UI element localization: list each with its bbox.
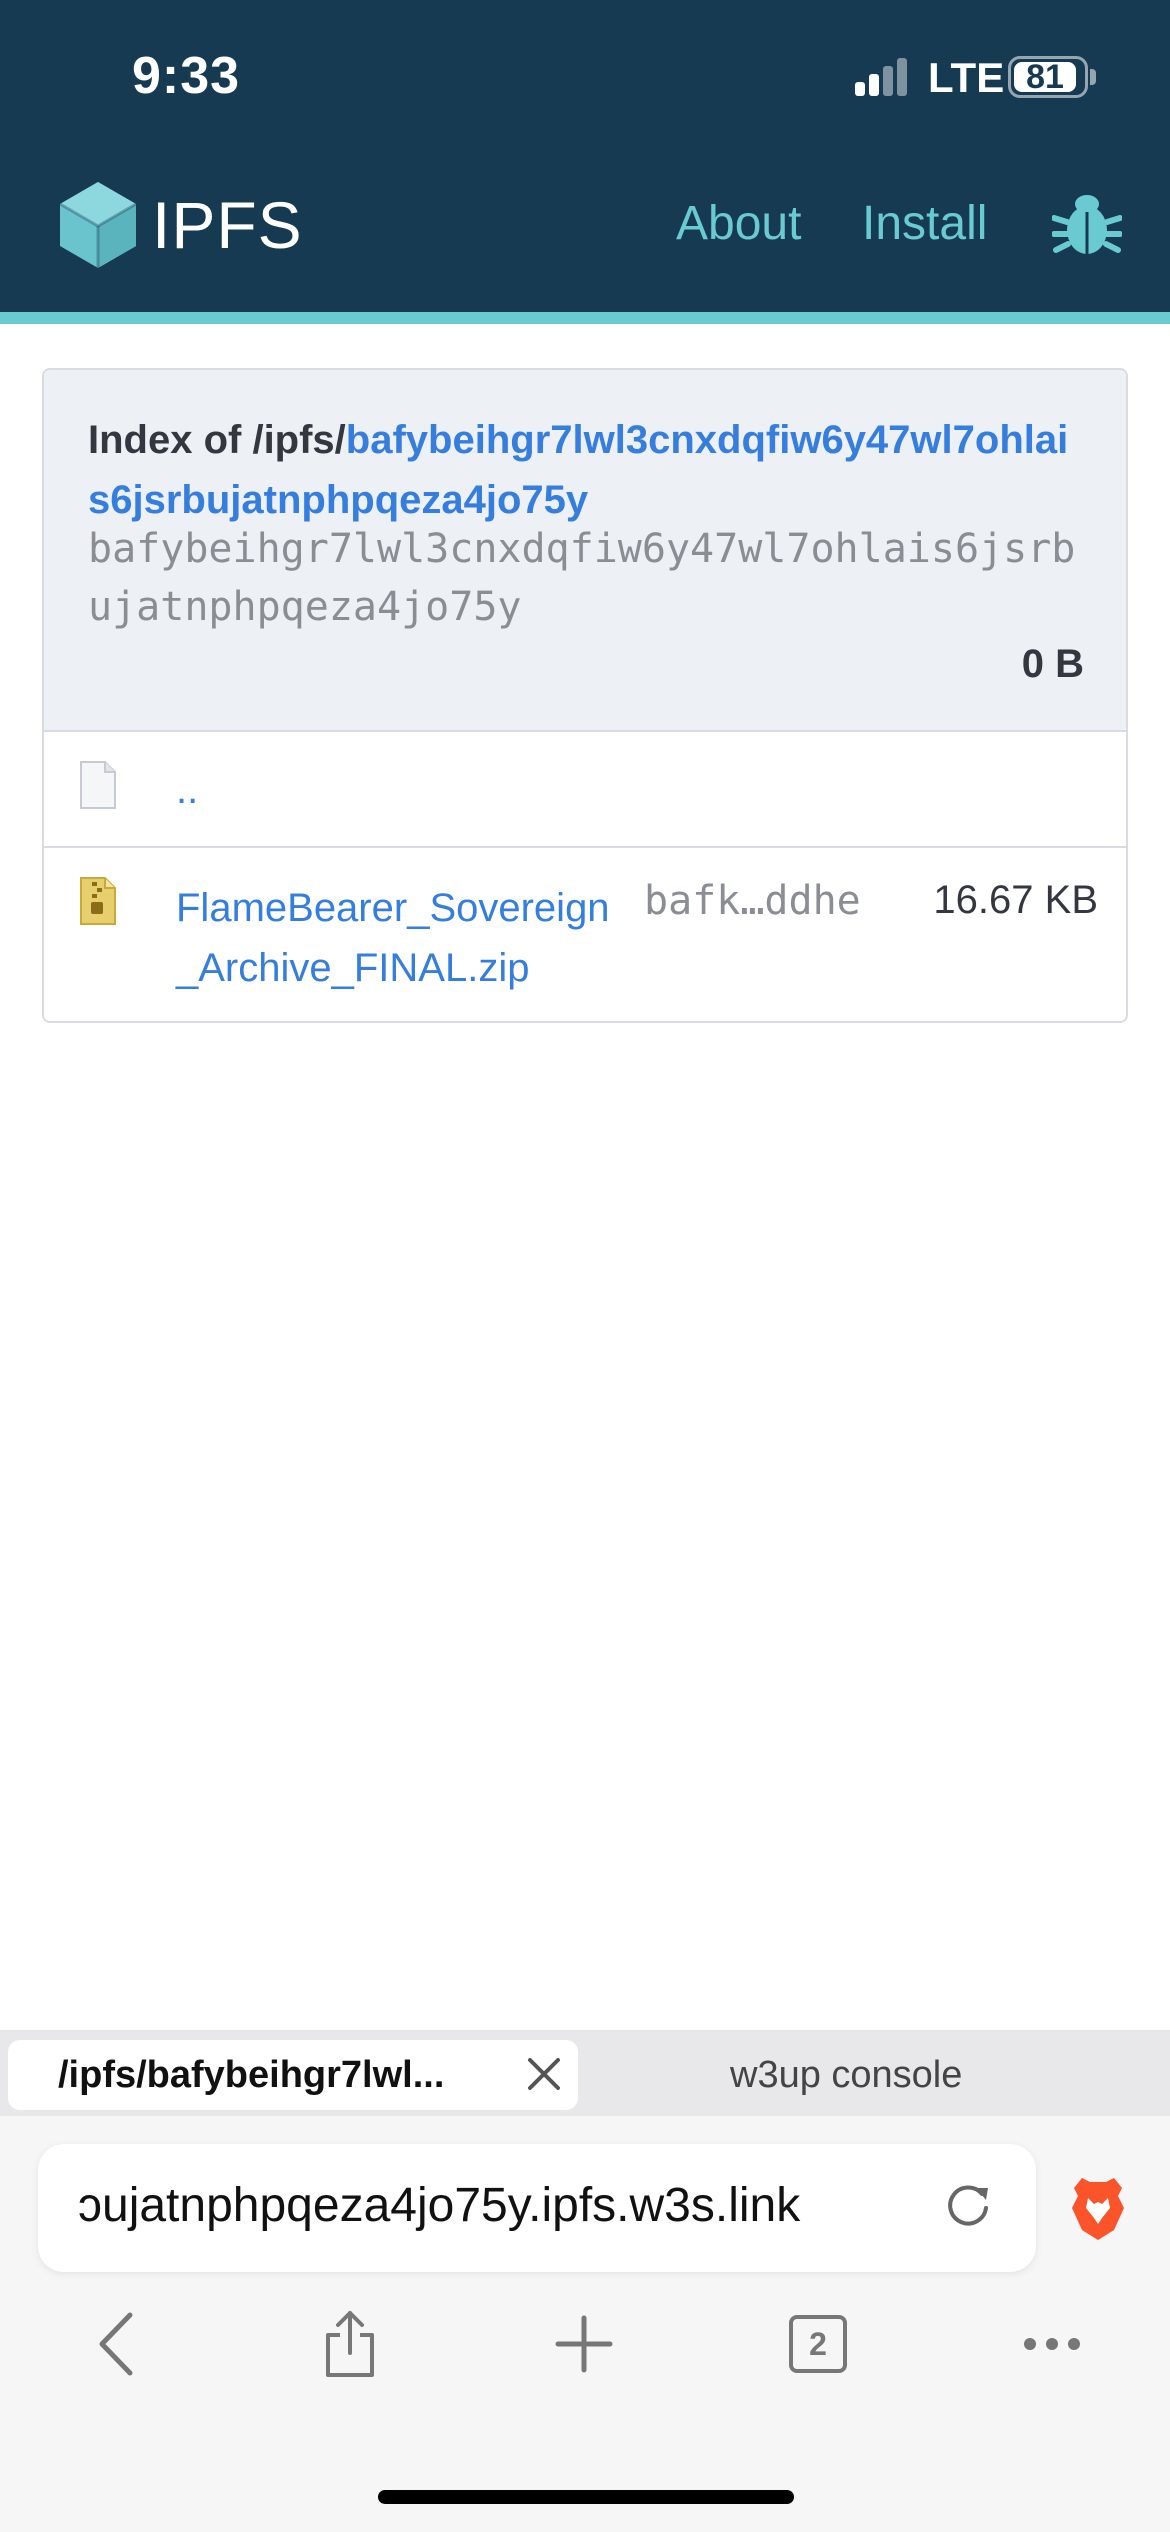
tabs-button[interactable]: 2 <box>768 2294 868 2394</box>
battery-level: 81 <box>1014 58 1076 96</box>
file-name-link[interactable]: FlameBearer_Sovereign_Archive_FINAL.zip <box>176 878 626 998</box>
site-header: 9:33 LTE 81 IPFS About Install <box>0 0 1170 312</box>
index-title: Index of /ipfs/bafybeihgr7lwl3cnxdqfiw6y… <box>88 410 1088 530</box>
more-icon <box>1024 2338 1080 2350</box>
root-cid: bafybeihgr7lwl3cnxdqfiw6y47wl7ohlais6jsr… <box>88 526 1076 630</box>
status-bar: 9:33 LTE 81 <box>0 0 1170 150</box>
close-icon[interactable] <box>524 2054 564 2094</box>
status-time: 9:33 <box>132 47 241 105</box>
ipfs-cube-icon <box>59 182 137 268</box>
ipfs-logo[interactable]: IPFS <box>58 180 303 270</box>
directory-listing: Index of /ipfs/bafybeihgr7lwl3cnxdqfiw6y… <box>42 368 1128 1023</box>
listing-header: Index of /ipfs/bafybeihgr7lwl3cnxdqfiw6y… <box>44 370 1126 732</box>
share-icon <box>326 2311 374 2377</box>
nav-install-link[interactable]: Install <box>862 196 987 251</box>
back-button[interactable] <box>66 2294 166 2394</box>
battery-icon: 81 <box>1008 56 1088 98</box>
url-text[interactable]: ɔujatnphpqeza4jo75y.ipfs.w3s.link <box>78 2178 938 2233</box>
file-size: 16.67 KB <box>933 878 1098 922</box>
file-row: FlameBearer_Sovereign_Archive_FINAL.zip … <box>44 848 1126 1021</box>
tabs-icon: 2 <box>789 2315 847 2373</box>
nav-about-link[interactable]: About <box>676 196 801 251</box>
file-icon <box>80 761 116 809</box>
tab-inactive[interactable]: w3up console <box>730 2054 962 2097</box>
signal-icon <box>855 58 915 96</box>
logo-text: IPFS <box>152 188 303 262</box>
reload-icon[interactable] <box>938 2176 998 2236</box>
zip-file-icon <box>80 877 116 925</box>
bug-icon[interactable] <box>1052 192 1122 256</box>
address-bar[interactable]: ɔujatnphpqeza4jo75y.ipfs.w3s.link <box>38 2144 1036 2272</box>
battery-tip <box>1090 69 1096 85</box>
new-tab-icon <box>555 2315 613 2373</box>
tab-count: 2 <box>809 2325 827 2362</box>
tab-active[interactable]: /ipfs/bafybeihgr7lwl... <box>8 2040 578 2110</box>
header-accent-line <box>0 312 1170 324</box>
browser-toolbar: ɔujatnphpqeza4jo75y.ipfs.w3s.link 2 <box>0 2116 1170 2532</box>
file-cid-link[interactable]: bafk…ddhe <box>644 878 861 924</box>
brave-lion-icon[interactable] <box>1068 2174 1128 2242</box>
back-icon <box>99 2312 133 2376</box>
network-label: LTE <box>928 54 1005 101</box>
new-tab-button[interactable] <box>534 2294 634 2394</box>
browser-tab-bar: /ipfs/bafybeihgr7lwl... w3up console <box>0 2030 1170 2116</box>
index-title-prefix: Index of /ipfs/ <box>88 418 346 462</box>
tab-active-title: /ipfs/bafybeihgr7lwl... <box>58 2054 445 2096</box>
home-indicator[interactable] <box>378 2490 794 2504</box>
share-button[interactable] <box>300 2294 400 2394</box>
parent-directory-row[interactable]: .. <box>44 732 1126 848</box>
more-button[interactable] <box>1002 2294 1102 2394</box>
parent-directory-link[interactable]: .. <box>176 768 198 813</box>
total-size: 0 B <box>1021 642 1084 686</box>
